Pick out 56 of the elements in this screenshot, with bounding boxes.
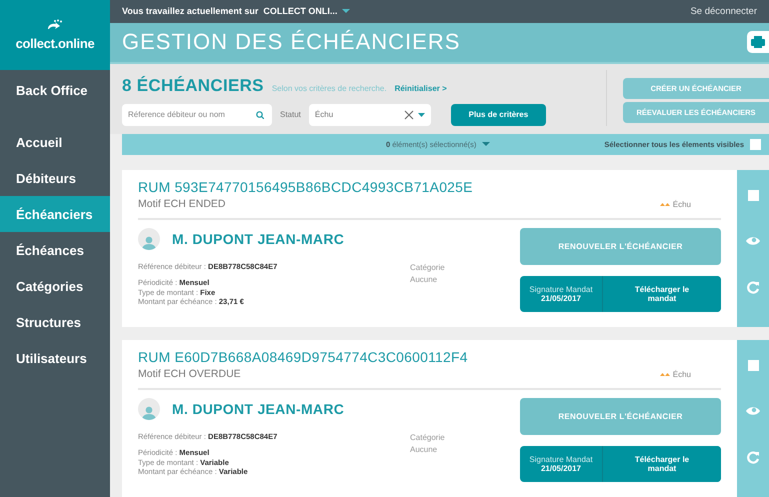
sidebar-item[interactable]: Débiteurs <box>0 160 110 196</box>
caret-icon <box>342 9 350 14</box>
renew-button[interactable]: RENOUVELER L'ÉCHÉANCIER <box>520 398 721 435</box>
mandate-date: 21/05/2017 <box>540 464 582 473</box>
view-icon[interactable] <box>746 234 760 247</box>
search-icon <box>256 110 264 119</box>
caret-icon[interactable] <box>482 142 490 146</box>
checkbox[interactable] <box>748 190 758 201</box>
sidebar-item[interactable]: Utilisateurs <box>0 340 110 376</box>
debtor-name[interactable]: M. DUPONT JEAN-MARC <box>172 230 344 247</box>
view-icon[interactable] <box>746 404 760 417</box>
sidebar-item[interactable]: Échéanciers <box>0 196 110 232</box>
checkbox[interactable] <box>750 138 761 150</box>
avatar-icon <box>138 228 160 250</box>
category-value: Aucune <box>410 274 438 286</box>
workspace-dropdown[interactable]: COLLECT ONLI... <box>263 6 350 16</box>
sidebar-item[interactable]: Échéances <box>0 232 110 268</box>
workspace-label: Vous travaillez actuellement sur <box>122 6 258 16</box>
schedule-reference[interactable]: RUM 593E74770156495B86BCDC4993CB71A025E <box>138 178 660 195</box>
results-count: 8 ÉCHÉANCIERS <box>122 76 264 96</box>
category-value: Aucune <box>410 444 438 456</box>
status-label: Statut <box>280 110 301 120</box>
mandate-label: Signature Mandat <box>529 454 593 464</box>
status-icon <box>660 372 670 377</box>
refresh-icon[interactable] <box>746 450 760 464</box>
status-dropdown[interactable]: Échu <box>308 104 431 126</box>
sidebar-item[interactable]: Catégories <box>0 268 110 304</box>
reset-link[interactable]: Réinitialiser > <box>394 84 447 93</box>
status-text: Échu <box>672 370 691 379</box>
printer-icon <box>751 36 765 48</box>
category-label: Catégorie <box>410 262 445 274</box>
avatar-icon <box>138 398 160 420</box>
refresh-icon[interactable] <box>746 280 760 294</box>
schedule-motif: Motif ECH OVERDUE <box>138 368 242 380</box>
schedule-reference[interactable]: RUM E60D7B668A08469D9754774C3C0600112F4 <box>138 348 660 365</box>
logo-text: collect.online <box>16 36 94 51</box>
logout-link[interactable]: Se déconnecter <box>690 6 757 17</box>
renew-button[interactable]: RENOUVELER L'ÉCHÉANCIER <box>520 228 721 265</box>
mandate-label: Signature Mandat <box>529 284 593 294</box>
caret-icon <box>418 112 425 117</box>
page-title: GESTION DES ÉCHÉANCIERS <box>122 29 462 56</box>
checkbox[interactable] <box>748 360 758 371</box>
sidebar-heading[interactable]: Back Office <box>0 70 110 110</box>
criteria-note: Selon vos critères de recherche. <box>272 84 387 93</box>
status-text: Échu <box>672 200 691 209</box>
print-button[interactable] <box>747 31 769 54</box>
sidebar-item[interactable]: Accueil <box>0 124 110 160</box>
schedule-motif: Motif ECH ENDED <box>138 198 227 210</box>
search-field[interactable]: Réference débiteur ou nom <box>122 104 272 126</box>
mandate-date: 21/05/2017 <box>540 294 582 303</box>
category-label: Catégorie <box>410 432 445 444</box>
more-criteria-button[interactable]: Plus de critères <box>450 104 546 126</box>
debtor-name[interactable]: M. DUPONT JEAN-MARC <box>172 400 344 417</box>
status-icon <box>660 202 670 207</box>
clear-icon[interactable] <box>404 110 414 120</box>
sidebar-item[interactable]: Structures <box>0 304 110 340</box>
